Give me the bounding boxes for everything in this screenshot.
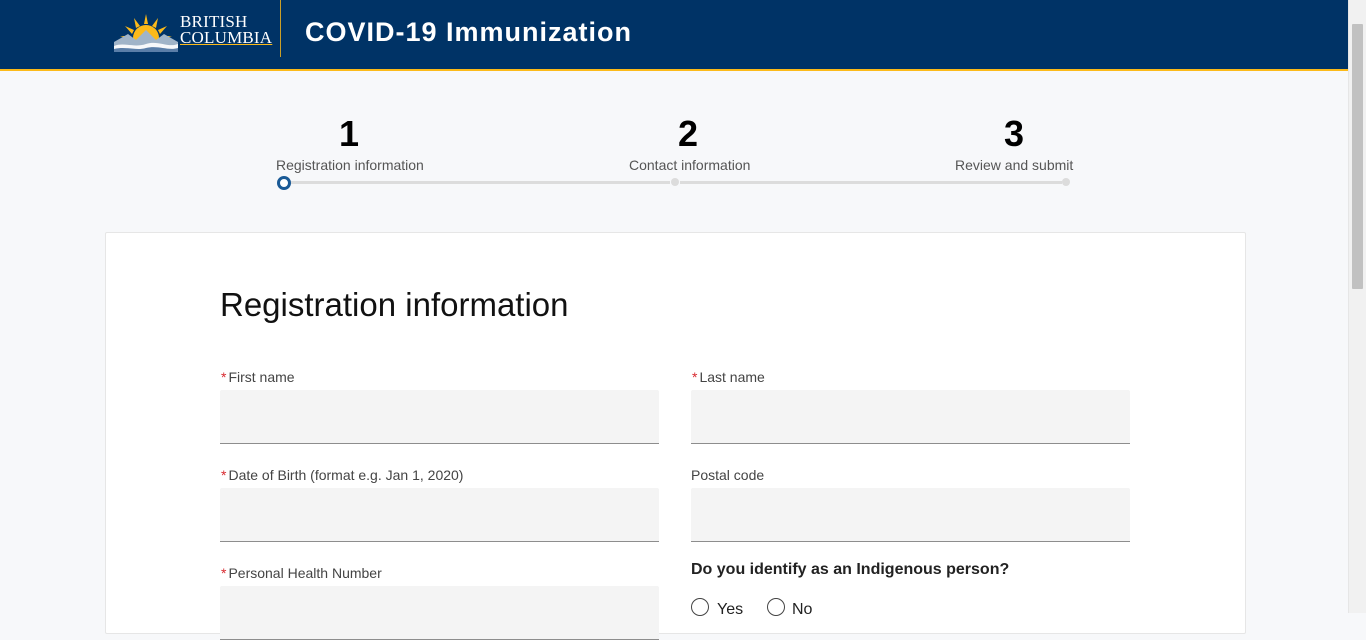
- last-name-input[interactable]: [691, 390, 1130, 444]
- required-marker: *: [692, 369, 698, 385]
- bc-sun-mountain-icon: [114, 14, 178, 52]
- page-scrollbar[interactable]: [1348, 0, 1366, 613]
- step-3-label: Review and submit: [955, 157, 1074, 173]
- logo-line2: COLUMBIA: [180, 28, 273, 47]
- last-name-label: * Last name: [692, 369, 765, 385]
- dob-label: * Date of Birth (format e.g. Jan 1, 2020): [221, 467, 463, 483]
- app-title: COVID-19 Immunization: [305, 17, 633, 47]
- step-1-indicator: [277, 176, 291, 190]
- first-name-input[interactable]: [220, 390, 659, 444]
- first-name-label-text: First name: [228, 369, 295, 385]
- required-marker: *: [221, 565, 227, 581]
- step-2-indicator: [671, 178, 679, 186]
- first-name-label: * First name: [221, 369, 295, 385]
- indigenous-no-radio[interactable]: [767, 598, 785, 616]
- step-3-number: 3: [1004, 113, 1025, 154]
- required-marker: *: [221, 467, 227, 483]
- step-track-1: [290, 181, 670, 184]
- postal-code-label: Postal code: [691, 467, 765, 483]
- phn-label-text: Personal Health Number: [228, 565, 382, 581]
- header-divider: [280, 0, 281, 57]
- logo-wordmark: BRITISH COLUMBIA: [180, 13, 273, 47]
- step-track-2: [680, 181, 1062, 184]
- step-2-number: 2: [678, 113, 699, 154]
- last-name-label-text: Last name: [699, 369, 765, 385]
- indigenous-no-label[interactable]: No: [792, 601, 812, 619]
- dob-input[interactable]: [220, 488, 659, 542]
- indigenous-question: Do you identify as an Indigenous person?: [691, 561, 1010, 578]
- step-1-label: Registration information: [276, 157, 424, 173]
- page-title: Registration information: [220, 286, 569, 323]
- step-2-label: Contact information: [629, 157, 751, 173]
- scrollbar-thumb[interactable]: [1352, 24, 1363, 289]
- bc-government-logo[interactable]: BRITISH COLUMBIA: [114, 6, 272, 54]
- step-1-number: 1: [339, 113, 360, 154]
- indigenous-yes-radio[interactable]: [691, 598, 709, 616]
- indigenous-yes-label[interactable]: Yes: [717, 601, 743, 619]
- app-header: BRITISH COLUMBIA COVID-19 Immunization: [0, 0, 1349, 71]
- phn-input[interactable]: [220, 586, 659, 640]
- dob-label-text: Date of Birth (format e.g. Jan 1, 2020): [228, 467, 464, 483]
- step-3-indicator: [1062, 178, 1070, 186]
- postal-code-input[interactable]: [691, 488, 1130, 542]
- required-marker: *: [221, 369, 227, 385]
- phn-label: * Personal Health Number: [221, 565, 382, 581]
